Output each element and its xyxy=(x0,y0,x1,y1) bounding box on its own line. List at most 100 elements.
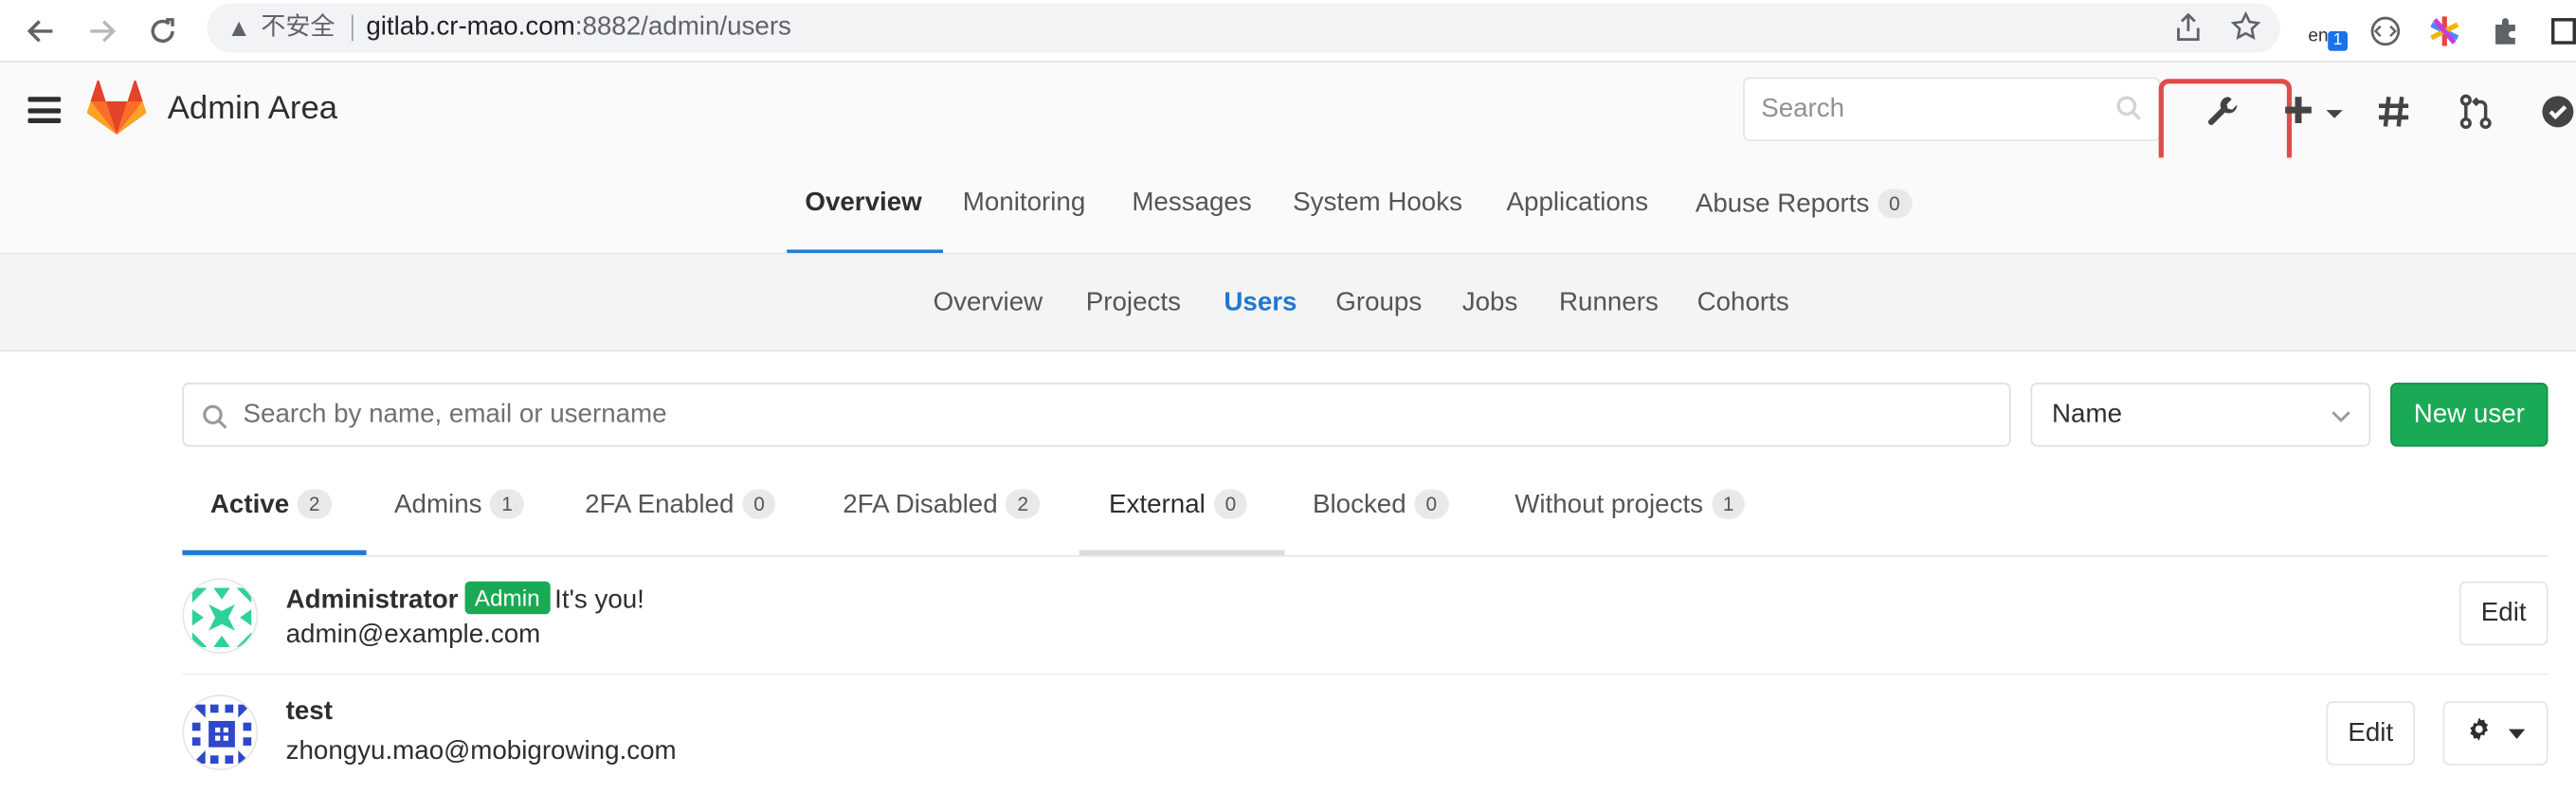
tab-label: Blocked xyxy=(1312,491,1406,519)
tab-label: Abuse Reports xyxy=(1695,190,1870,219)
count-badge: 0 xyxy=(1878,189,1912,219)
bookmark-star-icon[interactable] xyxy=(2230,10,2261,49)
caret-down-icon xyxy=(2508,718,2526,748)
user-row: Administrator Admin It's you! admin@exampl… xyxy=(182,558,2549,676)
user-search-placeholder: Search by name, email or username xyxy=(243,400,667,428)
tab-applications[interactable]: Applications xyxy=(1507,189,1649,218)
tab-abuse-reports[interactable]: Abuse Reports 0 xyxy=(1696,189,1912,220)
subtab-jobs[interactable]: Jobs xyxy=(1462,289,1518,318)
tab-label: Monitoring xyxy=(962,189,1086,217)
tab-blocked[interactable]: Blocked 0 xyxy=(1312,489,1449,521)
issues-hash-icon[interactable] xyxy=(2375,94,2411,138)
gear-icon xyxy=(2466,716,2493,750)
merge-request-icon[interactable] xyxy=(2458,94,2494,138)
edit-button[interactable]: Edit xyxy=(2326,701,2416,766)
admin-top-nav: Overview Monitoring Messages System Hook… xyxy=(0,157,2576,255)
subtab-groups[interactable]: Groups xyxy=(1335,289,1422,318)
tab-without-projects[interactable]: Without projects 1 xyxy=(1515,489,1746,521)
count-badge: 2 xyxy=(297,489,332,519)
tab-external[interactable]: External 0 xyxy=(1109,489,1248,521)
tab-2fa-enabled[interactable]: 2FA Enabled 0 xyxy=(585,489,776,521)
active-tab-indicator xyxy=(182,550,367,555)
tab-label: Active xyxy=(209,491,290,519)
tab-system-hooks[interactable]: System Hooks xyxy=(1293,189,1462,218)
tab-label: Applications xyxy=(1506,189,1649,217)
count-badge: 0 xyxy=(1213,489,1248,519)
count-badge: 1 xyxy=(490,489,525,519)
sort-select-value: Name xyxy=(2052,400,2123,428)
ext-badge: 1 xyxy=(2328,30,2349,51)
translate-extension-icon[interactable]: en 1 xyxy=(2307,9,2353,52)
page-brand-title[interactable]: Admin Area xyxy=(168,90,337,128)
search-icon xyxy=(202,404,228,438)
menu-hamburger-icon[interactable] xyxy=(27,97,62,124)
url-path: :8882/admin/users xyxy=(574,12,791,42)
tab-admins[interactable]: Admins 1 xyxy=(394,489,525,521)
user-actions-dropdown[interactable] xyxy=(2442,701,2549,766)
todos-check-icon[interactable] xyxy=(2540,94,2576,138)
tab-label: 2FA Enabled xyxy=(585,491,735,519)
gitlab-logo[interactable] xyxy=(86,80,147,145)
gitlab-header: Admin Area Search xyxy=(0,62,2576,186)
hover-tab-indicator xyxy=(1079,550,1285,555)
admin-badge: Admin xyxy=(464,581,550,615)
active-tab-indicator xyxy=(787,249,943,253)
user-name[interactable]: Administrator Admin It's you! xyxy=(285,581,644,616)
sort-select[interactable]: Name xyxy=(2030,382,2371,447)
warning-icon: ▲ xyxy=(227,13,251,43)
tab-label: Without projects xyxy=(1515,491,1704,519)
insecure-label: 不安全 xyxy=(261,14,354,42)
address-bar[interactable]: ▲ 不安全 gitlab.cr-mao.com:8882/admin/users xyxy=(207,3,2280,53)
tab-label: 2FA Disabled xyxy=(843,491,998,519)
count-badge: 1 xyxy=(1711,489,1746,519)
color-extension-icon[interactable] xyxy=(2424,11,2464,51)
tab-active[interactable]: Active 2 xyxy=(209,489,332,521)
code-extension-icon[interactable] xyxy=(2366,11,2405,51)
ext-lang-label: en xyxy=(2308,26,2329,46)
count-badge: 2 xyxy=(1006,489,1041,519)
user-name-text: Administrator xyxy=(285,586,459,615)
user-filter-tabs: Active 2 Admins 1 2FA Enabled 0 2FA Disable… xyxy=(182,457,2549,557)
header-search-input[interactable]: Search xyxy=(1743,77,2161,142)
tab-label: Overview xyxy=(805,189,922,217)
user-name[interactable]: test xyxy=(286,698,333,728)
subtab-projects[interactable]: Projects xyxy=(1086,289,1181,318)
admin-sub-nav: Overview Projects Users Groups Jobs Runn… xyxy=(0,254,2576,351)
tab-overview[interactable]: Overview xyxy=(805,189,921,218)
tab-2fa-disabled[interactable]: 2FA Disabled 2 xyxy=(843,489,1041,521)
avatar[interactable] xyxy=(182,694,259,770)
tab-label: System Hooks xyxy=(1293,189,1462,217)
tab-monitoring[interactable]: Monitoring xyxy=(963,189,1085,218)
count-badge: 0 xyxy=(1414,489,1449,519)
tab-label: Admins xyxy=(394,491,482,519)
new-user-button[interactable]: New user xyxy=(2390,382,2549,447)
tab-label: Messages xyxy=(1132,189,1252,217)
new-dropdown-plus-icon[interactable] xyxy=(2283,94,2343,138)
search-icon xyxy=(2116,96,2143,130)
user-row: test zhongyu.mao@mobigrowing.com Edit xyxy=(182,675,2549,791)
subtab-users[interactable]: Users xyxy=(1224,289,1297,318)
forward-icon[interactable] xyxy=(82,11,122,51)
edit-button[interactable]: Edit xyxy=(2458,581,2549,646)
browser-toolbar: ▲ 不安全 gitlab.cr-mao.com:8882/admin/users… xyxy=(0,0,2576,63)
subtab-runners[interactable]: Runners xyxy=(1559,289,1659,318)
user-search-input[interactable]: Search by name, email or username xyxy=(182,382,2011,447)
back-icon[interactable] xyxy=(22,11,62,51)
sidepanel-icon[interactable] xyxy=(2543,11,2576,51)
reload-icon[interactable] xyxy=(143,11,183,51)
subtab-overview[interactable]: Overview xyxy=(934,289,1043,318)
subtab-cohorts[interactable]: Cohorts xyxy=(1697,289,1789,318)
header-search-placeholder: Search xyxy=(1761,94,1845,123)
count-badge: 0 xyxy=(742,489,776,519)
url-host: gitlab.cr-mao.com xyxy=(366,12,575,42)
extensions-puzzle-icon[interactable] xyxy=(2486,11,2526,51)
chevron-down-icon xyxy=(2330,404,2352,435)
user-email: admin@example.com xyxy=(285,621,541,649)
avatar[interactable] xyxy=(182,578,259,654)
its-you-note: It's you! xyxy=(554,586,644,615)
share-icon[interactable] xyxy=(2175,12,2202,51)
admin-wrench-icon[interactable] xyxy=(2204,94,2240,138)
user-email: zhongyu.mao@mobigrowing.com xyxy=(285,737,677,766)
tab-messages[interactable]: Messages xyxy=(1132,189,1251,218)
tab-label: External xyxy=(1109,491,1206,519)
